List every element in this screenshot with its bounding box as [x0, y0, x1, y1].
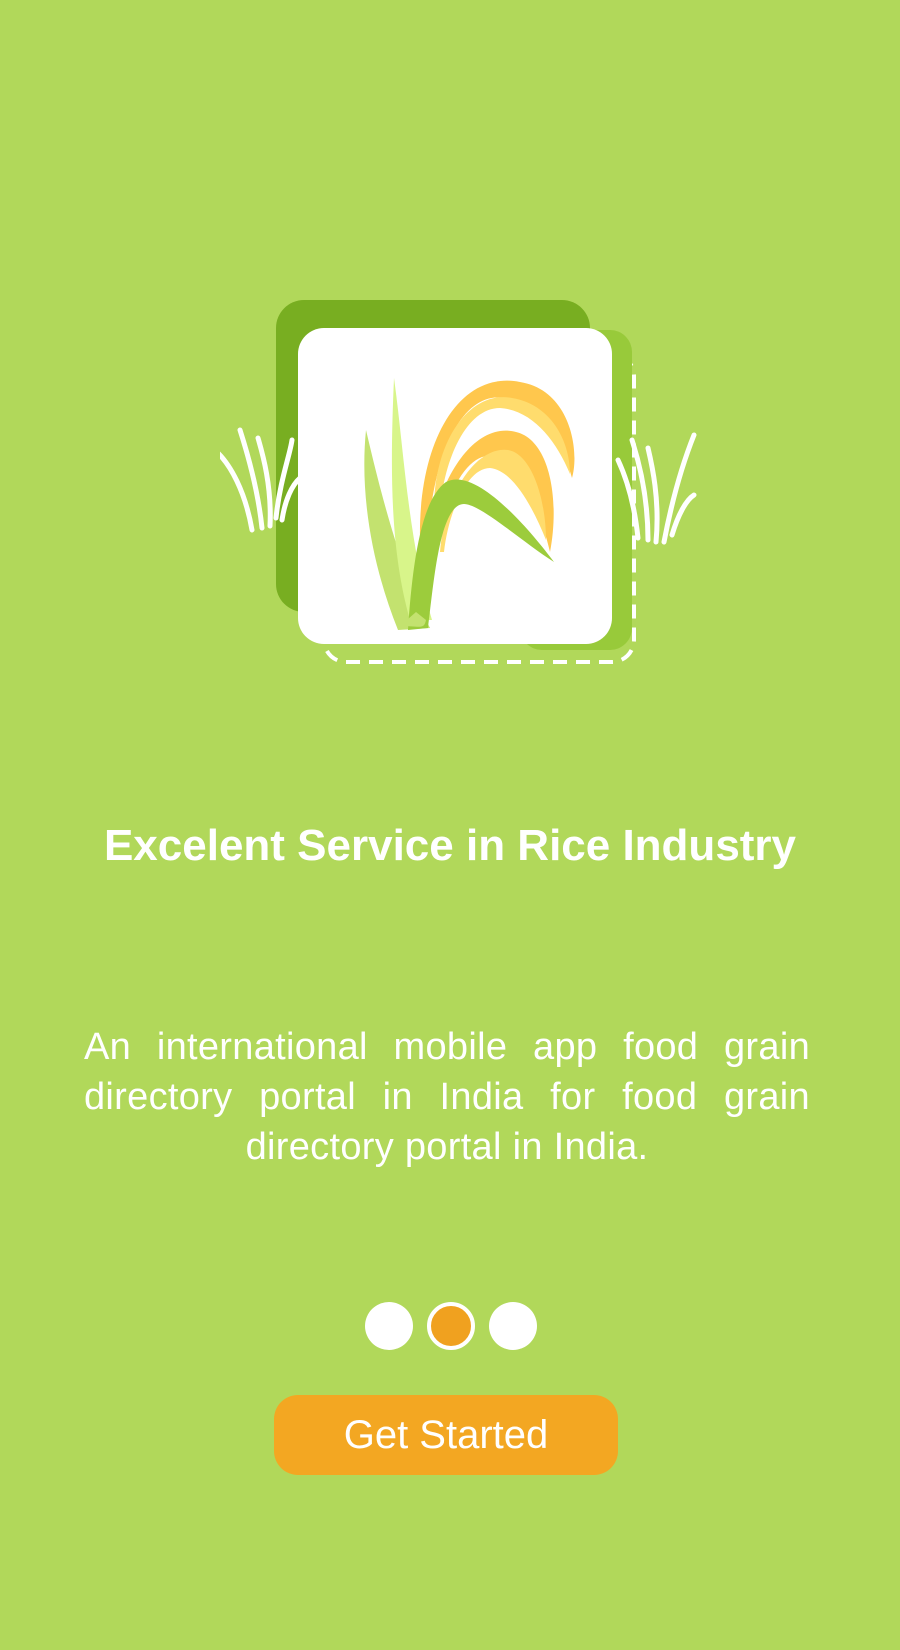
app-logo	[220, 290, 700, 680]
onboarding-description: An international mobile app food grain d…	[84, 1026, 810, 1168]
rice-plant-icon	[220, 300, 697, 664]
page-dot-2-active[interactable]	[427, 1302, 475, 1350]
page-dot-3[interactable]	[489, 1302, 537, 1350]
page-dot-1[interactable]	[365, 1302, 413, 1350]
onboarding-title: Excelent Service in Rice Industry	[103, 821, 797, 870]
get-started-button[interactable]: Get Started	[274, 1395, 618, 1475]
page-indicator	[365, 1302, 539, 1352]
